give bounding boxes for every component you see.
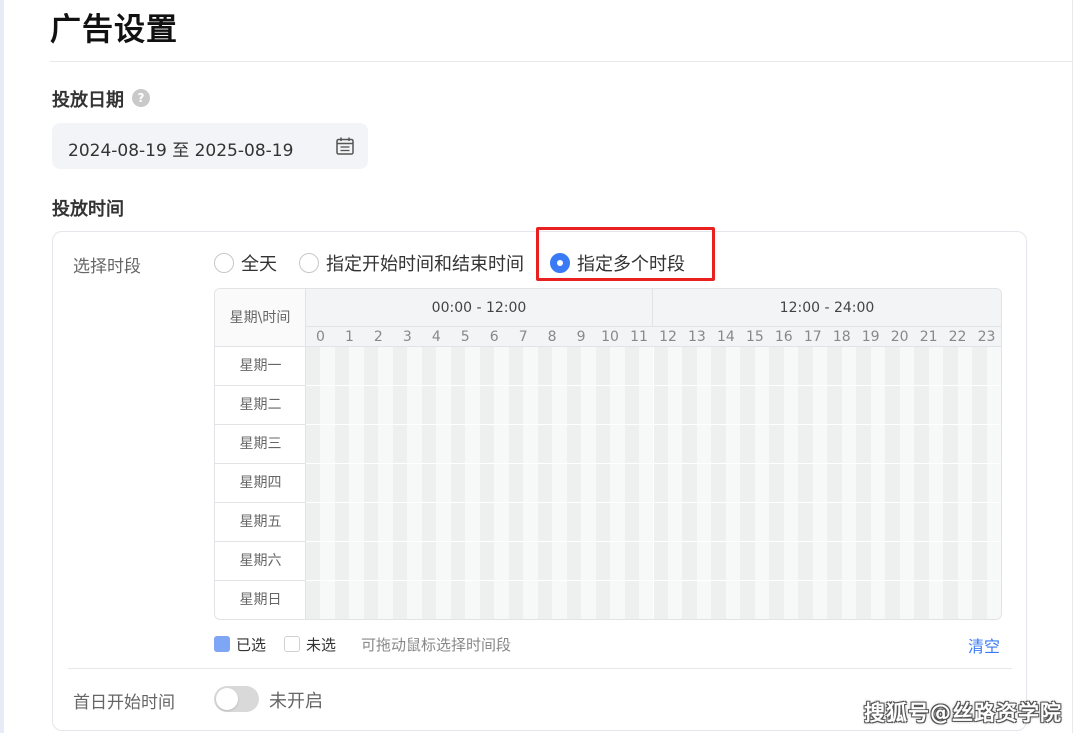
grid-hour-label: 20 <box>890 329 909 345</box>
grid-row-divider <box>306 463 1001 464</box>
grid-corner-label: 星期\时间 <box>215 289 306 347</box>
grid-hour-label: 8 <box>547 329 557 345</box>
watermark: 搜狐号@丝路资学院 <box>864 701 1062 725</box>
legend-unselected-swatch <box>284 636 300 652</box>
grid-day-label: 星期一 <box>215 347 306 386</box>
radio-circle[interactable] <box>299 253 319 273</box>
grid-hour-label: 2 <box>373 329 383 345</box>
grid-row-divider <box>306 385 1001 386</box>
page-title: 广告设置 <box>50 12 178 48</box>
legend-unselected-label: 未选 <box>306 636 337 654</box>
question-icon[interactable]: ? <box>132 89 150 107</box>
grid-day-label: 星期三 <box>215 425 306 464</box>
date-range-value: 2024-08-19 至 2025-08-19 <box>68 141 294 161</box>
grid-row-divider <box>306 424 1001 425</box>
grid-day-label: 星期二 <box>215 386 306 425</box>
grid-hour-label: 21 <box>919 329 938 345</box>
grid-hour-label: 22 <box>948 329 967 345</box>
grid-hour-label: 17 <box>803 329 822 345</box>
first-day-toggle[interactable] <box>214 686 259 712</box>
legend-selected-swatch <box>214 636 230 652</box>
grid-day-label: 星期日 <box>239 592 282 608</box>
title-divider <box>50 61 1072 62</box>
calendar-icon[interactable] <box>335 136 355 160</box>
grid-hour-label: 15 <box>745 329 764 345</box>
radio-label: 指定开始时间和结束时间 <box>326 254 524 275</box>
grid-hour-label: 4 <box>431 329 441 345</box>
grid-row-divider <box>306 580 1001 581</box>
radio-label: 全天 <box>241 254 277 275</box>
grid-hour-label: 5 <box>460 329 470 345</box>
grid-header-am: 00:00 - 12:00 <box>306 289 653 327</box>
grid-hour-label: 23 <box>977 329 996 345</box>
grid-hour-label: 14 <box>716 329 735 345</box>
radio-start-end-time[interactable]: 指定开始时间和结束时间 <box>299 250 524 276</box>
first-day-toggle-status: 未开启 <box>269 691 323 712</box>
annotation-highlight-box <box>536 227 715 281</box>
radio-circle[interactable] <box>214 253 234 273</box>
grid-row-divider <box>306 541 1001 542</box>
grid-hour-label: 3 <box>402 329 412 345</box>
grid-hour-label: 13 <box>688 329 706 345</box>
grid-row-divider <box>306 502 1001 503</box>
time-schedule-grid[interactable]: 星期\时间 00:00 - 12:00 12:00 - 24:00 012345… <box>214 288 1002 620</box>
grid-hour-label: 6 <box>489 329 499 345</box>
grid-hour-label: 9 <box>576 329 586 345</box>
toggle-knob <box>216 688 238 710</box>
grid-hour-label: 19 <box>861 329 880 345</box>
grid-day-label: 星期四 <box>215 464 306 503</box>
grid-hour-label: 18 <box>832 329 851 345</box>
content-right-border <box>1072 0 1073 733</box>
legend-hint: 可拖动鼠标选择时间段 <box>361 636 512 654</box>
grid-hour-label: 11 <box>630 329 648 345</box>
grid-cells-area[interactable] <box>306 347 1001 619</box>
grid-hour-label: 12 <box>659 329 677 345</box>
window-left-border <box>0 0 4 733</box>
delivery-date-label: 投放日期 <box>52 90 124 111</box>
grid-header-pm: 12:00 - 24:00 <box>653 289 1001 327</box>
panel-divider <box>68 668 1012 669</box>
grid-hour-label: 7 <box>518 329 528 345</box>
grid-day-column: 星期一 星期二 星期三 星期四 星期五 星期六星期日 <box>215 347 306 619</box>
grid-hour-header: 0 1 2 3 4 5 6 7 8 9 10 11 12 13 14 15 16 17 18 19 20 21 22 23 <box>306 327 1001 347</box>
radio-all-day[interactable]: 全天 <box>214 250 277 276</box>
date-range-picker[interactable]: 2024-08-19 至 2025-08-19 <box>52 123 368 169</box>
delivery-time-label: 投放时间 <box>52 199 124 220</box>
grid-hour-label: 16 <box>774 329 793 345</box>
grid-day-label: 星期五 <box>215 503 306 542</box>
select-period-label: 选择时段 <box>73 257 141 277</box>
clear-button[interactable]: 清空 <box>968 633 1000 657</box>
grid-day-label: 星期六 <box>215 542 306 581</box>
first-day-start-label: 首日开始时间 <box>73 693 175 713</box>
legend-selected-label: 已选 <box>236 636 267 654</box>
grid-hour-label: 0 <box>316 329 325 345</box>
grid-hour-label: 10 <box>601 329 619 345</box>
grid-hour-label: 1 <box>344 329 354 345</box>
